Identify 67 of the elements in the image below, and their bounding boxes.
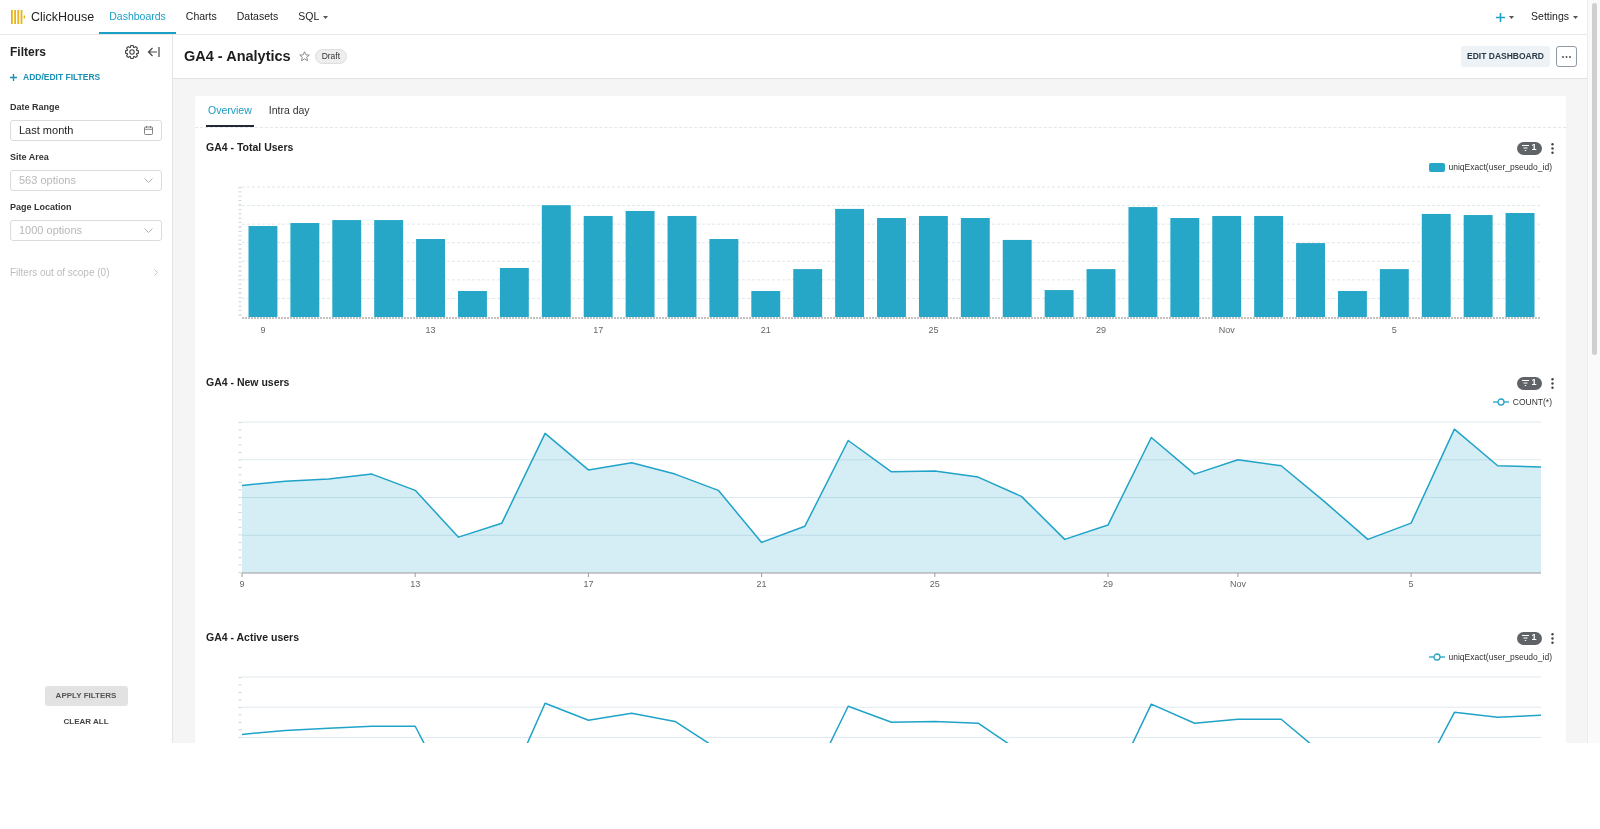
caret-icon (1509, 15, 1515, 19)
nav-tab[interactable]: Datasets (226, 0, 289, 34)
kebab-menu-icon[interactable] (1551, 377, 1554, 389)
legend-label: uniqExact(user_pseudo_id) (1448, 160, 1552, 174)
apply-filters-button[interactable]: APPLY FILTERS (44, 686, 128, 706)
dashboard-tab[interactable]: Intra day (266, 96, 312, 127)
settings-menu[interactable]: Settings (1531, 7, 1578, 27)
more-dots-icon (1562, 55, 1571, 58)
filter-count-badge[interactable]: 1 (1517, 631, 1542, 645)
axis-label: 5 (1408, 579, 1414, 589)
chevron-right-icon (154, 268, 158, 276)
axis-label: 29 (1096, 325, 1106, 335)
sidebar-title: Filters (10, 44, 46, 61)
axis-label: 13 (425, 325, 436, 335)
chart-title: GA4 - Active users (206, 630, 299, 646)
filter-icon (1522, 635, 1530, 641)
legend-label: uniqExact(user_pseudo_id) (1448, 650, 1552, 664)
calendar-icon (144, 126, 153, 135)
axis-label: 9 (239, 579, 245, 589)
axis-label: 25 (928, 325, 939, 335)
line-marker-icon (1492, 398, 1509, 406)
legend-swatch-icon (1428, 162, 1445, 172)
left-arrow-bar-icon[interactable] (147, 46, 160, 58)
filter-count-badge[interactable]: 1 (1517, 376, 1542, 390)
nav-tab[interactable]: SQL (288, 0, 339, 34)
caret-icon (1573, 15, 1578, 19)
filter-label: Site Area (10, 152, 50, 164)
axis-label: Nov (1229, 579, 1246, 589)
axis-label: Nov (1218, 325, 1235, 335)
axis-label: 5 (1391, 325, 1397, 335)
logo-text: ClickHouse (31, 8, 95, 26)
chart-title: GA4 - Total Users (206, 140, 294, 156)
nav-tab[interactable]: Charts (175, 0, 227, 34)
scrollbar[interactable] (1587, 0, 1600, 743)
axis-label: 25 (929, 579, 940, 589)
filter-label: Date Range (10, 102, 61, 114)
chevron-down-icon (144, 228, 153, 233)
dashboard-title: GA4 - Analytics (184, 46, 291, 66)
axis-label: 17 (583, 579, 594, 589)
chevron-down-icon (144, 178, 153, 183)
filter-icon (1522, 380, 1530, 386)
more-options-button[interactable] (1556, 46, 1577, 67)
filter-icon (1522, 145, 1530, 151)
status-badge: Draft (314, 49, 348, 64)
filter-label: Page Location (10, 202, 73, 214)
axis-label: 17 (593, 325, 604, 335)
plus-icon (1496, 12, 1506, 22)
edit-dashboard-button[interactable]: EDIT DASHBOARD (1461, 46, 1550, 67)
axis-label: 21 (756, 579, 767, 589)
filter-count-badge[interactable]: 1 (1517, 141, 1542, 155)
legend-label: COUNT(*) (1512, 395, 1552, 409)
axis-label: 21 (760, 325, 771, 335)
plus-icon (10, 73, 17, 81)
axis-label: 13 (410, 579, 421, 589)
settings-icon[interactable] (125, 45, 139, 59)
kebab-menu-icon[interactable] (1551, 142, 1554, 154)
add-edit-filters-button[interactable]: ADD/EDIT FILTERS (10, 71, 101, 83)
star-icon[interactable] (298, 51, 310, 62)
axis-label: 9 (260, 325, 266, 335)
chart-title: GA4 - New users (206, 375, 290, 391)
date-field[interactable]: Last month (10, 120, 162, 141)
axis-label: 29 (1103, 579, 1113, 589)
dashboard-tab[interactable]: Overview (206, 96, 254, 127)
kebab-menu-icon[interactable] (1551, 632, 1554, 644)
clear-all-button[interactable]: CLEAR ALL (63, 716, 109, 728)
line-marker-icon (1428, 653, 1445, 661)
bars-logo-icon (11, 10, 25, 24)
